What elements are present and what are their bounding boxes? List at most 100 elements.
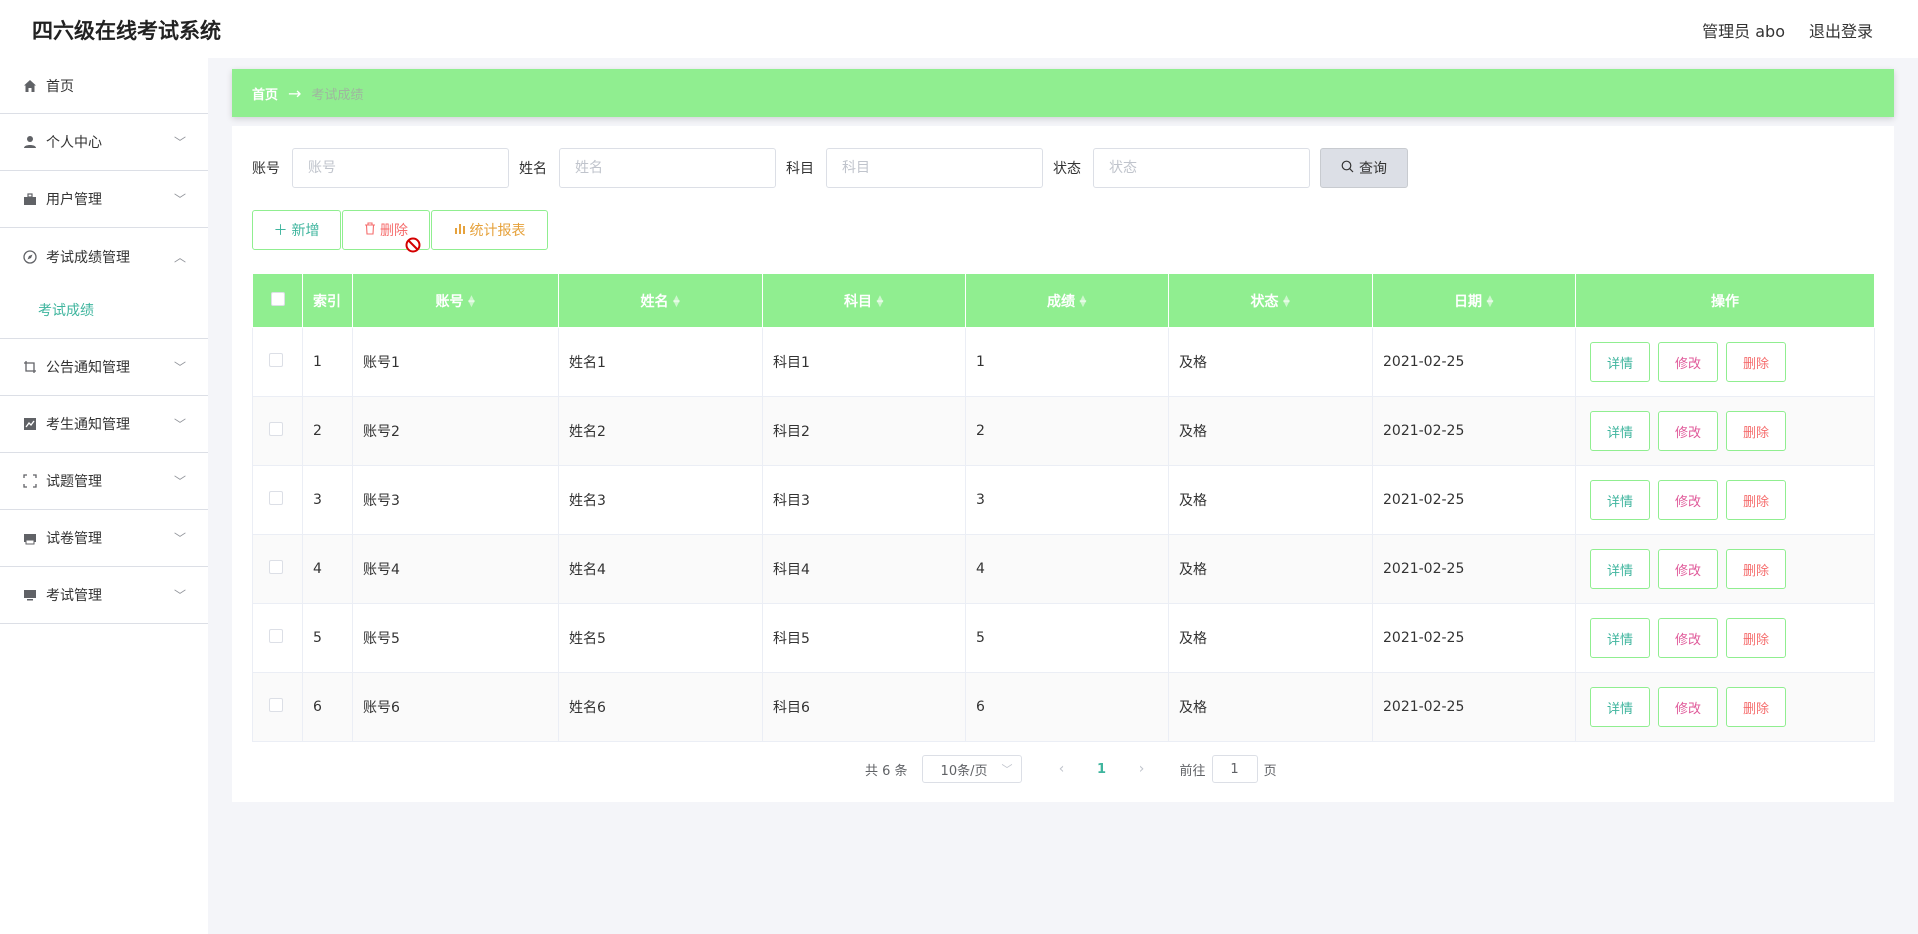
app-title: 四六级在线考试系统 bbox=[32, 19, 221, 43]
account-search-input[interactable] bbox=[292, 148, 509, 188]
chevron-down-icon: ﹀ bbox=[1001, 763, 1013, 776]
chevron-down-icon: ﹀ bbox=[173, 360, 186, 375]
table-row: 3 账号3 姓名3 科目3 3 及格 2021-02-25 详情 修改 删除 bbox=[252, 465, 1875, 535]
column-header-score[interactable]: 成绩 ▲ ▼ bbox=[965, 273, 1169, 328]
row-checkbox[interactable] bbox=[269, 698, 283, 712]
cell-index: 4 bbox=[302, 534, 353, 604]
page-size-select[interactable]: 10条/页 ﹀ bbox=[921, 755, 1022, 783]
cell-actions: 详情 修改 删除 bbox=[1575, 396, 1875, 466]
search-form: 账号 姓名 科目 状态 查询 bbox=[252, 148, 1408, 188]
row-select-cell bbox=[252, 534, 303, 604]
sidebar-item-exam-management[interactable]: 考试管理 ﹀ bbox=[0, 567, 208, 624]
edit-button[interactable]: 修改 bbox=[1658, 480, 1718, 520]
delete-button[interactable]: 删除 bbox=[1726, 342, 1786, 382]
sidebar-item-user-management[interactable]: 用户管理 ﹀ bbox=[0, 171, 208, 228]
row-checkbox[interactable] bbox=[269, 353, 283, 367]
sidebar-item-exam-score-management[interactable]: 考试成绩管理 ︿ bbox=[0, 228, 208, 285]
row-checkbox[interactable] bbox=[269, 629, 283, 643]
sidebar-item-personal-center[interactable]: 个人中心 ﹀ bbox=[0, 114, 208, 171]
sidebar-item-question-management[interactable]: 试题管理 ﹀ bbox=[0, 453, 208, 510]
sort-icon[interactable]: ▲ ▼ bbox=[1283, 294, 1291, 308]
sidebar-item-label: 考生通知管理 bbox=[46, 417, 130, 433]
subject-search-input[interactable] bbox=[826, 148, 1043, 188]
logout-button[interactable]: 退出登录 bbox=[1809, 18, 1873, 42]
edit-button[interactable]: 修改 bbox=[1658, 549, 1718, 589]
cell-status: 及格 bbox=[1168, 534, 1373, 604]
trash-icon bbox=[364, 221, 376, 239]
sidebar-item-home[interactable]: 首页 bbox=[0, 58, 208, 114]
detail-button[interactable]: 详情 bbox=[1590, 549, 1650, 589]
breadcrumb-separator: → bbox=[288, 83, 302, 103]
user-icon bbox=[22, 134, 38, 150]
page-suffix-label: 页 bbox=[1263, 763, 1277, 779]
detail-button[interactable]: 详情 bbox=[1590, 411, 1650, 451]
batch-delete-button-label: 删除 bbox=[380, 223, 408, 239]
sidebar-item-announcement-management[interactable]: 公告通知管理 ﹀ bbox=[0, 339, 208, 396]
sidebar-item-label: 个人中心 bbox=[46, 135, 102, 151]
edit-button[interactable]: 修改 bbox=[1658, 411, 1718, 451]
delete-button[interactable]: 删除 bbox=[1726, 549, 1786, 589]
column-header-account[interactable]: 账号 ▲ ▼ bbox=[352, 273, 559, 328]
page-number-current[interactable]: 1 bbox=[1074, 762, 1130, 777]
sidebar-item-paper-management[interactable]: 试卷管理 ﹀ bbox=[0, 510, 208, 567]
edit-button[interactable]: 修改 bbox=[1658, 687, 1718, 727]
not-allowed-cursor-icon bbox=[405, 237, 421, 257]
sidebar-item-label: 考试管理 bbox=[46, 588, 102, 604]
cell-account: 账号5 bbox=[352, 603, 559, 673]
delete-button[interactable]: 删除 bbox=[1726, 687, 1786, 727]
status-search-input[interactable] bbox=[1093, 148, 1310, 188]
subject-field-label: 科目 bbox=[786, 161, 814, 177]
stats-report-button[interactable]: 统计报表 bbox=[431, 210, 548, 250]
cell-account: 账号3 bbox=[352, 465, 559, 535]
row-checkbox[interactable] bbox=[269, 422, 283, 436]
row-checkbox[interactable] bbox=[269, 560, 283, 574]
delete-button[interactable]: 删除 bbox=[1726, 480, 1786, 520]
cell-account: 账号6 bbox=[352, 672, 559, 742]
column-header-date[interactable]: 日期 ▲ ▼ bbox=[1372, 273, 1576, 328]
select-all-checkbox[interactable] bbox=[270, 291, 285, 306]
breadcrumb-home-link[interactable]: 首页 bbox=[252, 84, 278, 103]
sidebar-subitem-exam-scores[interactable]: 考试成绩 bbox=[0, 281, 208, 338]
cell-name: 姓名2 bbox=[558, 396, 763, 466]
add-button-label: 新增 bbox=[291, 223, 320, 239]
sidebar-item-candidate-notice-management[interactable]: 考生通知管理 ﹀ bbox=[0, 396, 208, 453]
detail-button[interactable]: 详情 bbox=[1590, 618, 1650, 658]
status-field-label: 状态 bbox=[1053, 161, 1081, 177]
row-checkbox[interactable] bbox=[269, 491, 283, 505]
cell-status: 及格 bbox=[1168, 672, 1373, 742]
sort-icon[interactable]: ▲ ▼ bbox=[673, 294, 681, 308]
sort-icon[interactable]: ▲ ▼ bbox=[1486, 294, 1494, 308]
add-button[interactable]: ＋ 新增 bbox=[252, 210, 341, 250]
edit-button[interactable]: 修改 bbox=[1658, 618, 1718, 658]
detail-button[interactable]: 详情 bbox=[1590, 687, 1650, 727]
sort-icon[interactable]: ▲ ▼ bbox=[1079, 294, 1087, 308]
edit-button[interactable]: 修改 bbox=[1658, 342, 1718, 382]
sort-icon[interactable]: ▲ ▼ bbox=[468, 294, 476, 308]
select-all-cell bbox=[252, 273, 303, 328]
cell-date: 2021-02-25 bbox=[1372, 603, 1576, 673]
column-header-label: 科目 bbox=[844, 293, 872, 310]
goto-page-input[interactable] bbox=[1211, 755, 1258, 783]
chevron-up-icon: ︿ bbox=[173, 250, 186, 264]
compass-icon bbox=[22, 249, 38, 265]
sort-icon[interactable]: ▲ ▼ bbox=[876, 294, 884, 308]
detail-button[interactable]: 详情 bbox=[1590, 480, 1650, 520]
next-page-button[interactable]: › bbox=[1130, 761, 1154, 777]
detail-button[interactable]: 详情 bbox=[1590, 342, 1650, 382]
bar-chart-icon bbox=[454, 222, 466, 238]
query-button[interactable]: 查询 bbox=[1320, 148, 1408, 188]
delete-button[interactable]: 删除 bbox=[1726, 411, 1786, 451]
sidebar-item-label: 首页 bbox=[46, 78, 74, 95]
name-search-input[interactable] bbox=[559, 148, 776, 188]
delete-button[interactable]: 删除 bbox=[1726, 618, 1786, 658]
account-field-label: 账号 bbox=[252, 161, 280, 177]
column-header-index: 索引 bbox=[302, 273, 353, 328]
column-header-status[interactable]: 状态 ▲ ▼ bbox=[1168, 273, 1373, 328]
prev-page-button[interactable]: ‹ bbox=[1050, 761, 1074, 777]
cell-date: 2021-02-25 bbox=[1372, 396, 1576, 466]
chevron-down-icon: ﹀ bbox=[173, 192, 186, 207]
batch-delete-button[interactable]: 删除 bbox=[342, 210, 430, 253]
column-header-name[interactable]: 姓名 ▲ ▼ bbox=[558, 273, 763, 328]
cell-status: 及格 bbox=[1168, 603, 1373, 673]
column-header-subject[interactable]: 科目 ▲ ▼ bbox=[762, 273, 966, 328]
